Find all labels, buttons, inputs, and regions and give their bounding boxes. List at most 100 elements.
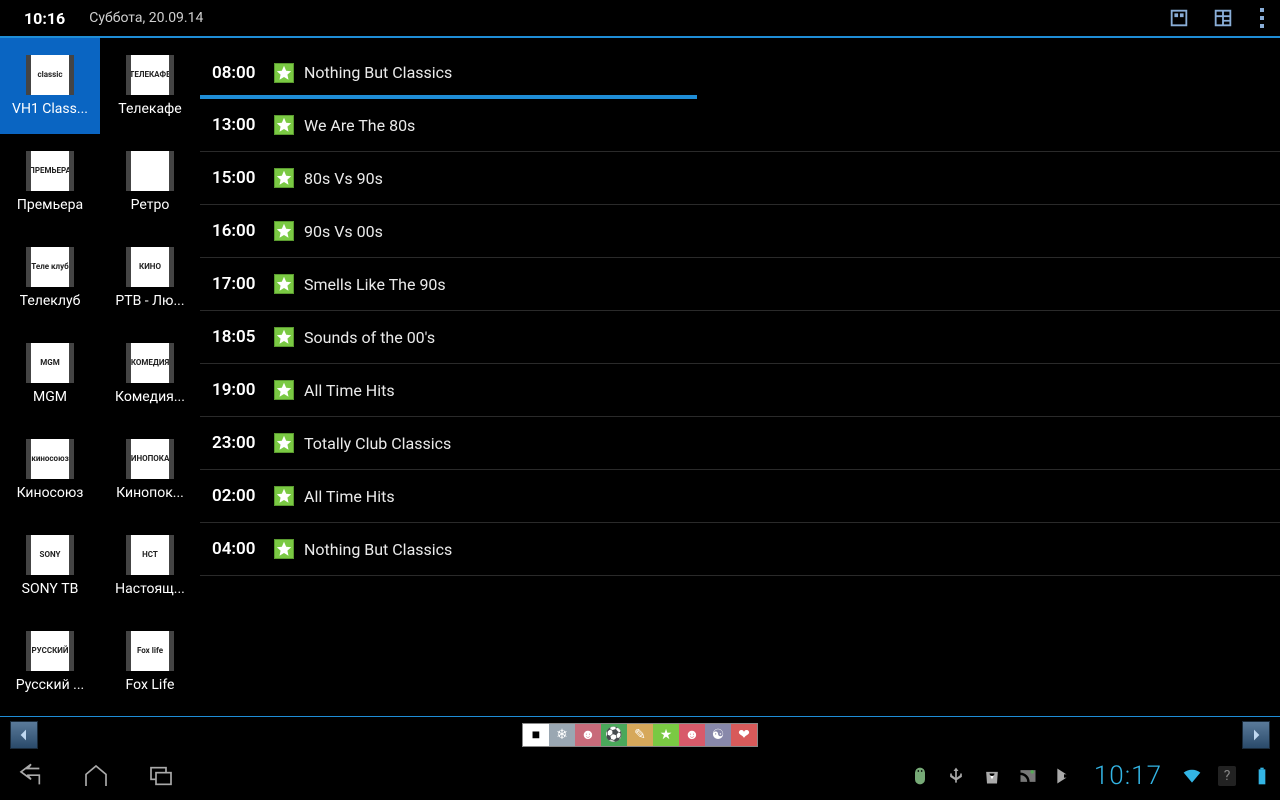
channel-name-label: Комедия... (115, 389, 185, 405)
program-time: 17:00 (212, 274, 270, 294)
status-area[interactable]: 10:17 ? (211, 761, 1272, 791)
category-tile[interactable]: ❤ (731, 724, 757, 746)
channel-name-label: Ретро (131, 197, 170, 213)
program-title: Smells Like The 90s (304, 275, 446, 294)
program-row[interactable]: 23:00 Totally Club Classics (200, 417, 1280, 470)
favorite-star-icon[interactable] (274, 486, 294, 506)
channel-name-label: Премьера (17, 197, 83, 213)
top-time: 10:16 (24, 9, 65, 28)
category-tile[interactable]: ■ (523, 724, 549, 746)
calendar-view-icon[interactable] (1168, 7, 1190, 29)
back-button[interactable] (16, 761, 46, 791)
program-row[interactable]: 17:00 Smells Like The 90s (200, 258, 1280, 311)
home-button[interactable] (81, 761, 111, 791)
channel-name-label: Русский ... (16, 677, 84, 693)
channel-cell[interactable]: MGM MGM (0, 326, 100, 422)
program-title: All Time Hits (304, 381, 395, 400)
app-top-bar: 10:16 Суббота, 20.09.14 (0, 0, 1280, 38)
program-row[interactable]: 16:00 90s Vs 00s (200, 205, 1280, 258)
program-time: 15:00 (212, 168, 270, 188)
favorite-star-icon[interactable] (274, 168, 294, 188)
program-time: 02:00 (212, 486, 270, 506)
channel-cell[interactable]: РУССКИЙ Русский ... (0, 614, 100, 710)
favorite-star-icon[interactable] (274, 380, 294, 400)
program-row[interactable]: 19:00 All Time Hits (200, 364, 1280, 417)
favorite-star-icon[interactable] (274, 63, 294, 83)
android-debug-icon (910, 766, 930, 786)
program-title: Sounds of the 00's (304, 328, 435, 347)
bottom-nav-bar: ■❄☻⚽✎★☻☯❤ (0, 716, 1280, 752)
channel-cell[interactable]: киносоюз Киносоюз (0, 422, 100, 518)
usb-icon (946, 766, 966, 786)
category-filter-tiles[interactable]: ■❄☻⚽✎★☻☯❤ (522, 723, 758, 747)
program-row[interactable]: 08:00 Nothing But Classics (200, 46, 1280, 99)
program-row[interactable]: 02:00 All Time Hits (200, 470, 1280, 523)
program-row[interactable]: 13:00 We Are The 80s (200, 99, 1280, 152)
channel-logo-icon: киносоюз (26, 439, 74, 479)
program-title: 90s Vs 00s (304, 222, 383, 241)
channel-logo-icon: SONY (26, 535, 74, 575)
channel-logo-icon: ТЕЛЕКАФЕ (126, 55, 174, 95)
channel-cell[interactable]: Ретро (100, 134, 200, 230)
category-tile[interactable]: ☻ (679, 724, 705, 746)
list-view-icon[interactable] (1212, 7, 1234, 29)
program-time: 08:00 (212, 63, 270, 83)
program-title: All Time Hits (304, 487, 395, 506)
channel-cell[interactable]: Fox life Fox Life (100, 614, 200, 710)
channel-name-label: SONY ТВ (22, 581, 79, 597)
category-tile[interactable]: ☯ (705, 724, 731, 746)
program-row[interactable]: 04:00 Nothing But Classics (200, 523, 1280, 576)
channel-logo-icon: classic (26, 55, 74, 95)
program-title: Totally Club Classics (304, 434, 451, 453)
category-tile[interactable]: ❄ (549, 724, 575, 746)
channel-cell[interactable]: НСТ Настоящ... (100, 518, 200, 614)
channel-cell[interactable]: ТЕЛЕКАФЕ Телекафе (100, 38, 200, 134)
favorite-star-icon[interactable] (274, 221, 294, 241)
channel-cell[interactable]: Теле клуб Телеклуб (0, 230, 100, 326)
channel-cell[interactable]: SONY SONY ТВ (0, 518, 100, 614)
favorite-star-icon[interactable] (274, 327, 294, 347)
channel-logo-icon: РУССКИЙ (26, 631, 74, 671)
recent-apps-button[interactable] (146, 761, 176, 791)
wifi-icon (1182, 766, 1202, 786)
category-tile[interactable]: ★ (653, 724, 679, 746)
channel-cell[interactable]: КИНО РТВ - Лю... (100, 230, 200, 326)
channel-name-label: Телеклуб (20, 293, 81, 309)
category-tile[interactable]: ☻ (575, 724, 601, 746)
program-time: 04:00 (212, 539, 270, 559)
shopping-bag-icon (982, 766, 1002, 786)
channel-logo-icon: КОМЕДИЯ (126, 343, 174, 383)
top-date: Суббота, 20.09.14 (89, 10, 203, 26)
channel-name-label: Кинопок... (116, 485, 184, 501)
favorite-star-icon[interactable] (274, 274, 294, 294)
channel-logo-icon: КИНО (126, 247, 174, 287)
overflow-menu-icon[interactable] (1256, 8, 1268, 28)
channel-cell[interactable]: КИНОПОКАЗ Кинопок... (100, 422, 200, 518)
channel-cell[interactable]: ПРЕМЬЕРА Премьера (0, 134, 100, 230)
channel-cell[interactable]: classic VH1 Class... (0, 38, 100, 134)
program-title: We Are The 80s (304, 116, 415, 135)
channel-logo-icon: Fox life (126, 631, 174, 671)
channel-name-label: Киносоюз (17, 485, 84, 501)
channel-cell[interactable]: КОМЕДИЯ Комедия... (100, 326, 200, 422)
play-store-icon (1054, 766, 1074, 786)
category-tile[interactable]: ✎ (627, 724, 653, 746)
program-row[interactable]: 18:05 Sounds of the 00's (200, 311, 1280, 364)
prev-day-button[interactable] (10, 721, 38, 749)
favorite-star-icon[interactable] (274, 433, 294, 453)
favorite-star-icon[interactable] (274, 539, 294, 559)
favorite-star-icon[interactable] (274, 115, 294, 135)
program-time: 18:05 (212, 327, 270, 347)
battery-icon (1252, 766, 1272, 786)
program-time: 19:00 (212, 380, 270, 400)
channel-logo-icon: MGM (26, 343, 74, 383)
program-row[interactable]: 15:00 80s Vs 90s (200, 152, 1280, 205)
category-tile[interactable]: ⚽ (601, 724, 627, 746)
channel-logo-icon (126, 151, 174, 191)
program-list: 08:00 Nothing But Classics 13:00 We Are … (200, 38, 1280, 716)
channel-name-label: Fox Life (126, 677, 175, 693)
channel-name-label: VH1 Class... (12, 101, 88, 117)
channel-logo-icon: Теле клуб (26, 247, 74, 287)
next-day-button[interactable] (1242, 721, 1270, 749)
channel-grid: classic VH1 Class... ТЕЛЕКАФЕ Телекафе П… (0, 38, 200, 716)
